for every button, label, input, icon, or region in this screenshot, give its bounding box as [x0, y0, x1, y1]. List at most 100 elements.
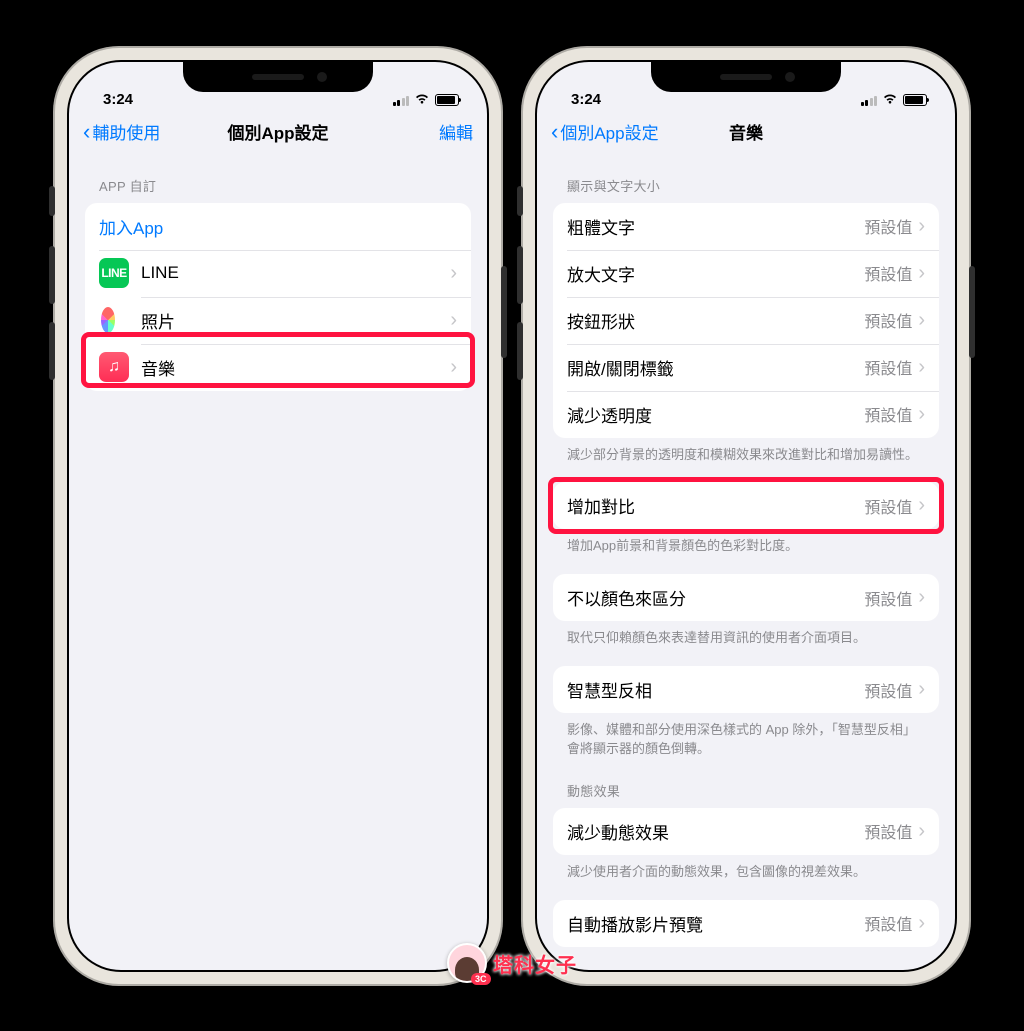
setting-row[interactable]: 減少動態效果預設值 › — [553, 808, 939, 855]
setting-row[interactable]: 智慧型反相預設值 › — [553, 666, 939, 713]
setting-value: 預設值 — [864, 819, 912, 843]
section-header-app-custom: APP 自訂 — [85, 154, 471, 203]
setting-label: 自動播放影片預覽 — [567, 911, 864, 936]
chevron-right-icon: › — [450, 356, 457, 379]
volume-down-button[interactable] — [49, 322, 55, 380]
chevron-right-icon: › — [918, 356, 925, 379]
settings-group: 不以顏色來區分預設值 › — [553, 574, 939, 621]
setting-label: 增加對比 — [567, 493, 864, 518]
chevron-right-icon: › — [450, 262, 457, 285]
watermark-text: 塔科女子 — [493, 949, 577, 978]
screen-right: 3:24 ‹ 個別App設定 音樂 顯示與文字大小粗體 — [535, 60, 957, 972]
chevron-right-icon: › — [918, 678, 925, 701]
app-list-group: 加入App LINE LINE › 照片 › ♫ 音樂 — [85, 203, 471, 391]
add-app-label: 加入App — [99, 214, 163, 239]
section-footer: 增加App前景和背景顏色的色彩對比度。 — [553, 529, 939, 556]
setting-value: 預設值 — [864, 214, 912, 238]
app-label: 照片 — [141, 308, 450, 333]
app-label: LINE — [141, 263, 450, 283]
section-header: 顯示與文字大小 — [553, 154, 939, 203]
chevron-right-icon: › — [918, 586, 925, 609]
setting-row[interactable]: 放大文字預設值 › — [553, 250, 939, 297]
screen-left: 3:24 ‹ 輔助使用 個別App設定 編輯 APP 自訂 — [67, 60, 489, 972]
notch — [651, 62, 841, 92]
chevron-right-icon: › — [918, 403, 925, 426]
section-header: 動態效果 — [553, 759, 939, 808]
setting-label: 不以顏色來區分 — [567, 585, 864, 610]
setting-row[interactable]: 減少透明度預設值 › — [553, 391, 939, 438]
setting-value: 預設值 — [864, 494, 912, 518]
watermark: 3C 塔科女子 — [447, 943, 577, 983]
battery-icon — [435, 94, 459, 106]
setting-row[interactable]: 按鈕形狀預設值 › — [553, 297, 939, 344]
edit-button[interactable]: 編輯 — [439, 119, 473, 144]
back-button[interactable]: ‹ 輔助使用 — [83, 119, 160, 144]
content-right[interactable]: 顯示與文字大小粗體文字預設值›放大文字預設值›按鈕形狀預設值›開啟/關閉標籤預設… — [537, 154, 955, 970]
volume-down-button[interactable] — [517, 322, 523, 380]
setting-row[interactable]: 開啟/關閉標籤預設值 › — [553, 344, 939, 391]
chevron-left-icon: ‹ — [83, 121, 90, 143]
setting-value: 預設值 — [864, 678, 912, 702]
phone-right: 3:24 ‹ 個別App設定 音樂 顯示與文字大小粗體 — [521, 46, 971, 986]
mute-switch[interactable] — [517, 186, 523, 216]
app-label: 音樂 — [141, 355, 450, 380]
setting-value: 預設值 — [864, 308, 912, 332]
setting-label: 放大文字 — [567, 261, 864, 286]
back-button[interactable]: ‹ 個別App設定 — [551, 119, 659, 144]
back-label: 輔助使用 — [92, 119, 160, 144]
chevron-right-icon: › — [918, 215, 925, 238]
setting-label: 粗體文字 — [567, 214, 864, 239]
app-row-photos[interactable]: 照片 › — [85, 297, 471, 344]
notch — [183, 62, 373, 92]
wifi-icon — [414, 93, 430, 108]
setting-row[interactable]: 自動播放影片預覽預設值› — [553, 900, 939, 947]
setting-row[interactable]: 粗體文字預設值 › — [553, 203, 939, 250]
battery-icon — [903, 94, 927, 106]
setting-label: 按鈕形狀 — [567, 308, 864, 333]
settings-group: 粗體文字預設值›放大文字預設值›按鈕形狀預設值›開啟/關閉標籤預設值›減少透明度… — [553, 203, 939, 438]
chevron-right-icon: › — [918, 820, 925, 843]
section-footer: 取代只仰賴顏色來表達替用資訊的使用者介面項目。 — [553, 621, 939, 648]
music-app-icon: ♫ — [99, 352, 129, 382]
setting-value: 預設值 — [864, 402, 912, 426]
line-app-icon: LINE — [99, 258, 129, 288]
photos-app-icon — [99, 307, 129, 333]
volume-up-button[interactable] — [49, 246, 55, 304]
wifi-icon — [882, 93, 898, 108]
settings-group: 增加對比預設值 › — [553, 482, 939, 529]
status-time: 3:24 — [571, 91, 601, 108]
setting-value: 預設值 — [864, 586, 912, 610]
chevron-right-icon: › — [918, 494, 925, 517]
setting-value: 預設值 — [864, 261, 912, 285]
app-row-music[interactable]: ♫ 音樂 › — [85, 344, 471, 391]
app-row-line[interactable]: LINE LINE › — [85, 250, 471, 297]
chevron-right-icon: › — [450, 309, 457, 332]
chevron-right-icon: › — [918, 912, 925, 935]
chevron-right-icon: › — [918, 262, 925, 285]
cellular-signal-icon — [861, 95, 878, 106]
setting-value: 預設值 — [864, 355, 912, 379]
chevron-right-icon: › — [918, 309, 925, 332]
setting-row[interactable]: 不以顏色來區分預設值 › — [553, 574, 939, 621]
content-left[interactable]: APP 自訂 加入App LINE LINE › 照片 › — [69, 154, 487, 970]
add-app-row[interactable]: 加入App — [85, 203, 471, 250]
cellular-signal-icon — [393, 95, 410, 106]
setting-label: 智慧型反相 — [567, 677, 864, 702]
section-footer: 減少部分背景的透明度和模糊效果來改進對比和增加易讀性。 — [553, 438, 939, 465]
mute-switch[interactable] — [49, 186, 55, 216]
setting-label: 減少透明度 — [567, 402, 864, 427]
nav-bar: ‹ 個別App設定 音樂 — [537, 110, 955, 154]
setting-label: 減少動態效果 — [567, 819, 864, 844]
section-footer: 影像、媒體和部分使用深色樣式的 App 除外，「智慧型反相」會將顯示器的顏色倒轉… — [553, 713, 939, 759]
settings-group: 智慧型反相預設值 › — [553, 666, 939, 713]
settings-group: 自動播放影片預覽預設值› — [553, 900, 939, 947]
settings-group: 減少動態效果預設值 › — [553, 808, 939, 855]
chevron-left-icon: ‹ — [551, 121, 558, 143]
phone-left: 3:24 ‹ 輔助使用 個別App設定 編輯 APP 自訂 — [53, 46, 503, 986]
volume-up-button[interactable] — [517, 246, 523, 304]
setting-row[interactable]: 增加對比預設值 › — [553, 482, 939, 529]
power-button[interactable] — [501, 266, 507, 358]
power-button[interactable] — [969, 266, 975, 358]
section-footer: 減少使用者介面的動態效果，包含圖像的視差效果。 — [553, 855, 939, 882]
setting-label: 開啟/關閉標籤 — [567, 355, 864, 380]
